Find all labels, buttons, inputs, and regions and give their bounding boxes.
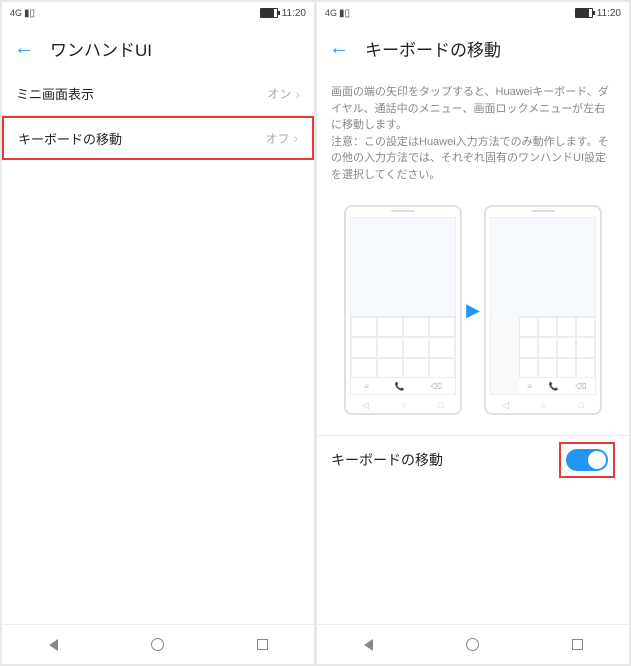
page-title: ワンハンドUI	[50, 36, 152, 61]
header: ← ワンハンドUI	[2, 24, 314, 72]
row-keyboard-move[interactable]: キーボードの移動 オフ ›	[2, 116, 314, 160]
keyboard-move-toggle[interactable]	[566, 449, 608, 471]
status-bar: 4G ▮▯ 11:20	[2, 2, 314, 24]
nav-home-icon[interactable]	[466, 638, 479, 651]
signal-icon: 4G	[10, 8, 22, 18]
nav-back-icon[interactable]	[364, 639, 373, 651]
phone-notch-icon	[486, 207, 600, 215]
description-text: 画面の端の矢印をタップすると、Huaweiキーボード、ダイヤル、通話中のメニュー…	[317, 72, 629, 195]
toggle-knob-icon	[588, 451, 606, 469]
keyboard-full-icon: ≡📞⌫	[351, 316, 455, 394]
chevron-right-icon: ›	[293, 130, 298, 146]
back-icon[interactable]: ←	[329, 37, 349, 60]
toggle-label: キーボードの移動	[331, 450, 443, 470]
status-time: 11:20	[282, 8, 306, 19]
phone-notch-icon	[346, 207, 460, 215]
status-bar: 4G ▮▯ 11:20	[317, 2, 629, 24]
keyboard-shifted-icon: ≡📞⌫	[519, 316, 595, 394]
back-icon[interactable]: ←	[14, 37, 34, 60]
header: ← キーボードの移動	[317, 24, 629, 72]
signal-bars-icon: ▮▯	[24, 8, 35, 19]
nav-home-icon[interactable]	[151, 638, 164, 651]
row-mini-screen[interactable]: ミニ画面表示 オン ›	[2, 72, 314, 116]
illustration: ≡📞⌫ ◁○□ ▶ ≡📞⌫ ◁○□	[317, 195, 629, 435]
highlight-annotation	[559, 442, 615, 478]
content-left: ミニ画面表示 オン › キーボードの移動 オフ ›	[2, 72, 314, 624]
row-label: ミニ画面表示	[16, 84, 94, 103]
status-time: 11:20	[597, 8, 621, 19]
system-nav-bar	[317, 624, 629, 664]
phone-nav-icon: ◁○□	[346, 397, 460, 413]
nav-recent-icon[interactable]	[257, 639, 268, 650]
row-value: オフ ›	[265, 130, 298, 147]
phone-nav-icon: ◁○□	[486, 397, 600, 413]
row-label: キーボードの移動	[18, 129, 122, 148]
screen-left: 4G ▮▯ 11:20 ← ワンハンドUI ミニ画面表示 オン › キーボードの…	[2, 2, 314, 664]
system-nav-bar	[2, 624, 314, 664]
signal-bars-icon: ▮▯	[339, 8, 350, 19]
content-right: 画面の端の矢印をタップすると、Huaweiキーボード、ダイヤル、通話中のメニュー…	[317, 72, 629, 624]
row-value: オン ›	[267, 85, 300, 102]
battery-icon	[575, 8, 593, 18]
phone-before: ≡📞⌫ ◁○□	[344, 205, 462, 415]
page-title: キーボードの移動	[365, 36, 501, 61]
battery-icon	[260, 8, 278, 18]
phone-after: ≡📞⌫ ◁○□	[484, 205, 602, 415]
nav-back-icon[interactable]	[49, 639, 58, 651]
signal-icon: 4G	[325, 8, 337, 18]
screen-right: 4G ▮▯ 11:20 ← キーボードの移動 画面の端の矢印をタップすると、Hu…	[317, 2, 629, 664]
nav-recent-icon[interactable]	[572, 639, 583, 650]
chevron-right-icon: ›	[295, 86, 300, 102]
arrow-right-icon: ▶	[466, 300, 480, 321]
toggle-row-keyboard-move: キーボードの移動	[317, 435, 629, 483]
